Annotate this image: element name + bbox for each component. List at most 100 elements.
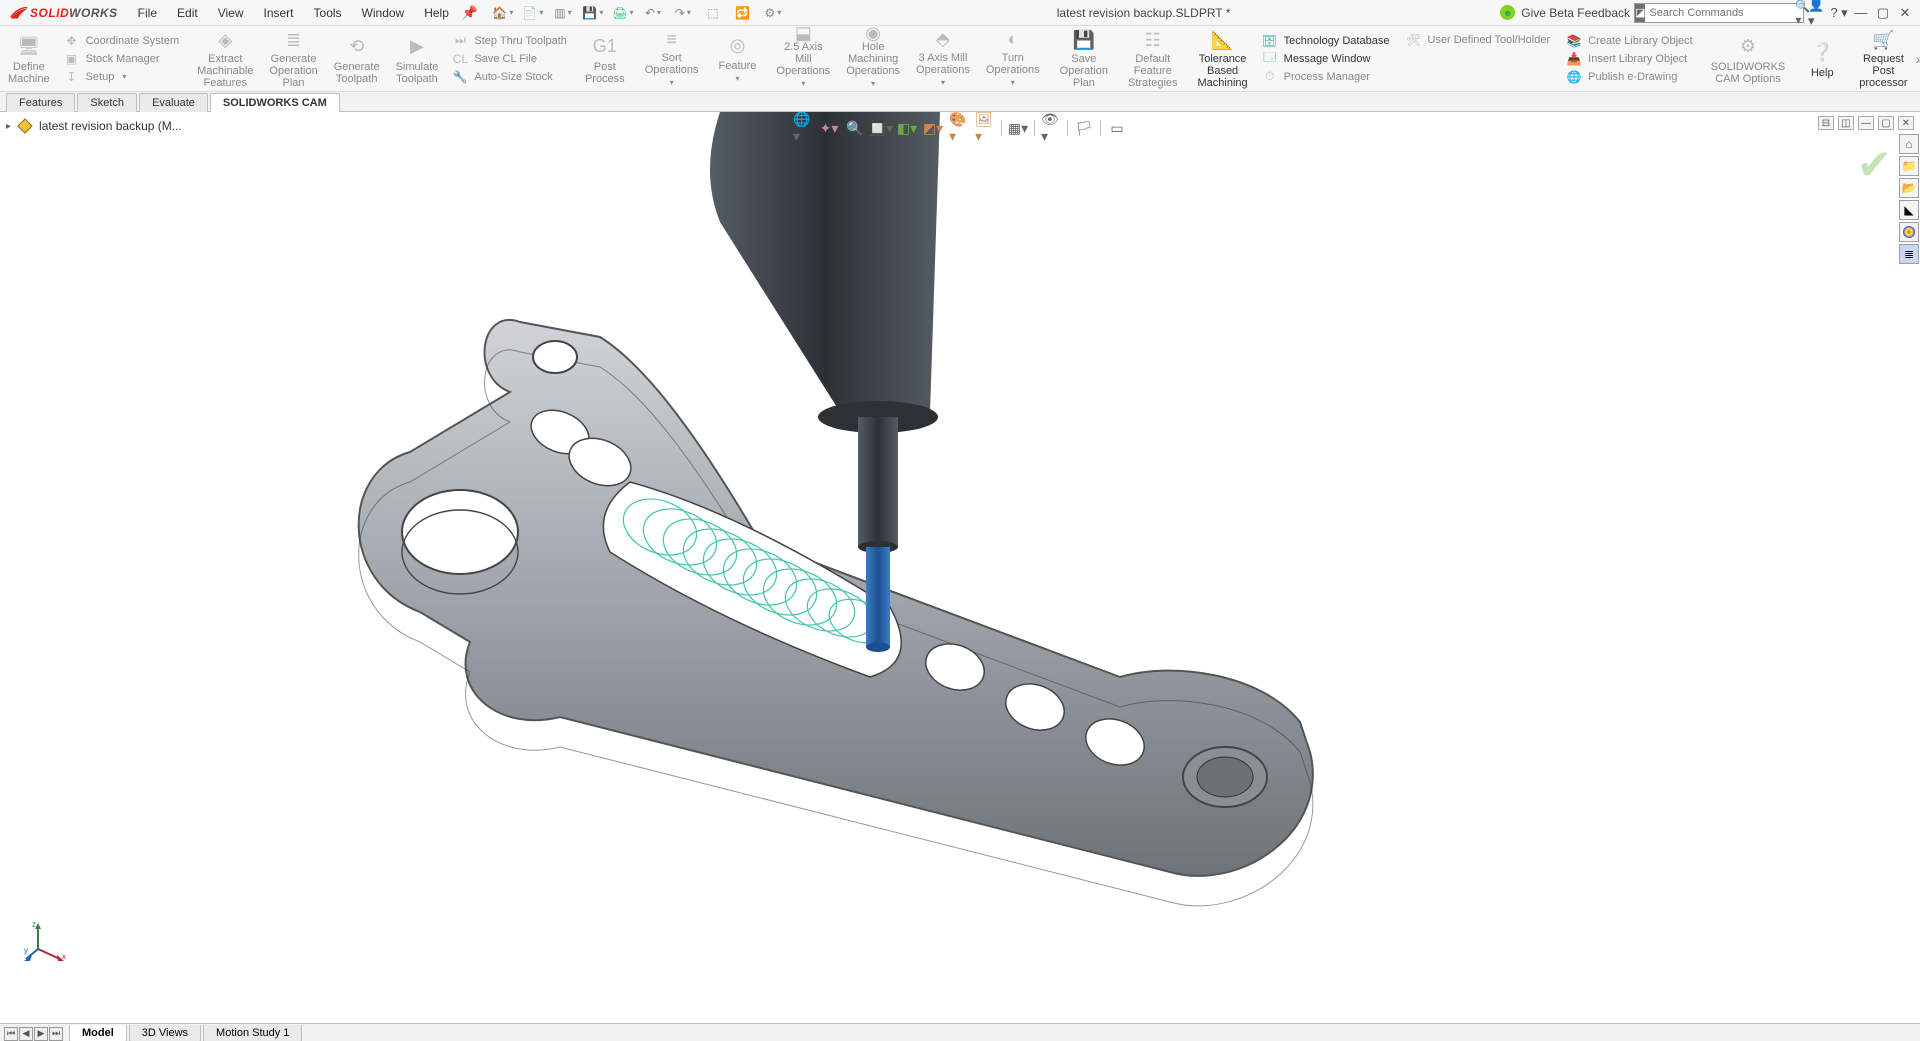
generate-toolpath-button[interactable]: ⟲ Generate Toolpath — [326, 26, 388, 91]
user-tool-holder-button[interactable]: 🛠 User Defined Tool/Holder — [1405, 32, 1550, 48]
qat-open-icon[interactable]: 📄 — [519, 2, 547, 24]
coordinate-system-button[interactable]: ✥ Coordinate System — [64, 33, 180, 49]
save-cl-file-button[interactable]: CL Save CL File — [452, 51, 567, 67]
menu-file[interactable]: File — [128, 0, 167, 26]
turn-ops-button[interactable]: ◐ Turn Operations▾ — [978, 26, 1048, 91]
insert-lib-button[interactable]: 📥 Insert Library Object — [1566, 51, 1693, 67]
cam-options-button[interactable]: ⚙ SOLIDWORKS CAM Options — [1703, 26, 1794, 91]
orientation-triad[interactable]: z x y — [24, 919, 68, 963]
search-scope-icon[interactable]: ◪ — [1635, 4, 1645, 22]
tbm-button[interactable]: 📐 Tolerance Based Machining — [1190, 26, 1256, 91]
taskpane-props-icon[interactable]: ≣ — [1899, 244, 1919, 264]
post-process-button[interactable]: G1 Post Process — [577, 26, 633, 91]
zoom-fit-icon[interactable]: 🌐▾ — [793, 118, 813, 138]
taskpane-view-icon[interactable]: ◣ — [1899, 200, 1919, 220]
tech-db-button[interactable]: 🗄 Technology Database — [1262, 33, 1390, 49]
setup-button[interactable]: ↧ Setup▾ — [64, 69, 180, 85]
display-style-icon[interactable]: 🔲▾ — [871, 118, 891, 138]
command-search[interactable]: ◪ 🔍▾ — [1634, 3, 1804, 23]
request-post-button[interactable]: 🛒 Request Post processor — [1851, 26, 1915, 91]
tab-nav-first-icon[interactable]: ⏮ — [4, 1027, 18, 1041]
qat-undo-icon[interactable]: ↶ — [639, 2, 667, 24]
tab-nav-last-icon[interactable]: ⏭ — [49, 1027, 63, 1041]
sort-operations-button[interactable]: ≡ Sort Operations ▾ — [637, 26, 707, 91]
publish-edrawing-button[interactable]: 🌐 Publish e-Drawing — [1566, 69, 1693, 85]
auto-size-stock-button[interactable]: 🔧 Auto-Size Stock — [452, 69, 567, 85]
25axis-button[interactable]: ⬓ 2.5 Axis Mill Operations▾ — [768, 26, 838, 91]
qat-save-icon[interactable]: 💾 — [579, 2, 607, 24]
tab-sketch[interactable]: Sketch — [77, 93, 137, 112]
create-lib-button[interactable]: 📚 Create Library Object — [1566, 33, 1693, 49]
default-strategies-button[interactable]: ☷ Default Feature Strategies — [1120, 26, 1186, 91]
feedback-button[interactable]: ☻ Give Beta Feedback — [1500, 5, 1630, 20]
appearance-icon[interactable]: 🎨▾ — [949, 118, 969, 138]
capture-icon[interactable]: ▭ — [1107, 118, 1127, 138]
help-button[interactable]: ❔ Help — [1797, 26, 1847, 91]
doc-close-icon[interactable]: ✕ — [1898, 116, 1914, 130]
tab-nav-prev-icon[interactable]: ◀ — [19, 1027, 33, 1041]
section-icon[interactable]: ◧▾ — [897, 118, 917, 138]
taskpane-appearance-icon[interactable] — [1899, 222, 1919, 242]
qat-open2-icon[interactable]: ▥ — [549, 2, 577, 24]
menu-help[interactable]: Help — [414, 0, 459, 26]
qat-rebuild-icon[interactable]: 🔁 — [729, 2, 757, 24]
eye-icon[interactable]: 👁▾ — [1041, 118, 1061, 138]
bottom-tab-motion[interactable]: Motion Study 1 — [203, 1025, 302, 1041]
close-icon[interactable]: ✕ — [1896, 4, 1914, 22]
menu-window[interactable]: Window — [352, 0, 415, 26]
qat-redo-icon[interactable]: ↷ — [669, 2, 697, 24]
feature-tree-root[interactable]: ▸ latest revision backup (M... — [6, 118, 182, 134]
flag-icon[interactable]: 🏳 — [1074, 118, 1094, 138]
tab-evaluate[interactable]: Evaluate — [139, 93, 208, 112]
render-icon[interactable]: ▦▾ — [1008, 118, 1028, 138]
menu-insert[interactable]: Insert — [254, 0, 304, 26]
zoom-icon[interactable]: 🔍 — [845, 118, 865, 138]
feature-tree-root-label: latest revision backup (M... — [39, 119, 182, 133]
user-icon[interactable]: 👤▾ — [1808, 4, 1826, 22]
search-input[interactable] — [1645, 4, 1795, 22]
tab-solidworks-cam[interactable]: SOLIDWORKS CAM — [210, 93, 340, 112]
taskpane-folder-icon[interactable]: 📂 — [1899, 178, 1919, 198]
tab-nav-next-icon[interactable]: ▶ — [34, 1027, 48, 1041]
expand-icon[interactable]: ▸ — [6, 121, 11, 132]
step-thru-toolpath-button[interactable]: ⏭ Step Thru Toolpath — [452, 33, 567, 49]
doc-min-icon[interactable]: — — [1858, 116, 1874, 130]
extract-features-button[interactable]: ◈ Extract Machinable Features — [189, 26, 261, 91]
doc-restore-icon[interactable]: ◫ — [1838, 116, 1854, 130]
bottom-tab-model[interactable]: Model — [69, 1025, 127, 1041]
minimize-icon[interactable]: — — [1852, 4, 1870, 22]
bottom-tab-3dviews[interactable]: 3D Views — [129, 1025, 201, 1041]
menu-tools[interactable]: Tools — [304, 0, 352, 26]
view-orientation-icon[interactable]: ✦▾ — [819, 118, 839, 138]
qat-print-icon[interactable]: 🖨 — [609, 2, 637, 24]
3axis-button[interactable]: ⬘ 3 Axis Mill Operations▾ — [908, 26, 978, 91]
taskpane-home-icon[interactable]: ⌂ — [1899, 134, 1919, 154]
maximize-icon[interactable]: ▢ — [1874, 4, 1892, 22]
save-op-plan-button[interactable]: 💾 Save Operation Plan — [1052, 26, 1116, 91]
taskpane-lib-icon[interactable]: 📁 — [1899, 156, 1919, 176]
graphics-viewport[interactable]: ▸ latest revision backup (M... 🌐▾ ✦▾ 🔍 🔲… — [0, 112, 1920, 1023]
doc-max-icon[interactable]: ▢ — [1878, 116, 1894, 130]
message-window-button[interactable]: 🗔 Message Window — [1262, 51, 1390, 67]
hole-ops-button[interactable]: ◉ Hole Machining Operations▾ — [838, 26, 908, 91]
pin-menu-icon[interactable]: 📌 — [459, 5, 481, 21]
hide-show-icon[interactable]: ◩▾ — [923, 118, 943, 138]
insertlib-icon: 📥 — [1566, 51, 1582, 67]
process-manager-button[interactable]: ⏱ Process Manager — [1262, 69, 1390, 85]
stock-manager-button[interactable]: ▣ Stock Manager — [64, 51, 180, 67]
qat-new-icon[interactable]: 🏠 — [489, 2, 517, 24]
help-icon[interactable]: ? ▾ — [1830, 4, 1848, 22]
generate-op-plan-button[interactable]: ≣ Generate Operation Plan — [261, 26, 325, 91]
qat-options-icon[interactable]: ⚙ — [759, 2, 787, 24]
qat-select-icon[interactable]: ⬚ — [699, 2, 727, 24]
ribbon-overflow-icon[interactable]: » — [1916, 26, 1920, 91]
menu-edit[interactable]: Edit — [167, 0, 208, 26]
feature-button[interactable]: ◎ Feature▾ — [711, 26, 765, 91]
tab-features[interactable]: Features — [6, 93, 75, 112]
doc-collapse-icon[interactable]: ⊟ — [1818, 116, 1834, 130]
simulate-toolpath-button[interactable]: ▶ Simulate Toolpath — [388, 26, 447, 91]
define-machine-button[interactable]: 🖥 Define Machine — [0, 26, 58, 91]
scene-icon[interactable]: 🖼▾ — [975, 118, 995, 138]
help-big-icon: ❔ — [1809, 39, 1835, 65]
menu-view[interactable]: View — [208, 0, 254, 26]
